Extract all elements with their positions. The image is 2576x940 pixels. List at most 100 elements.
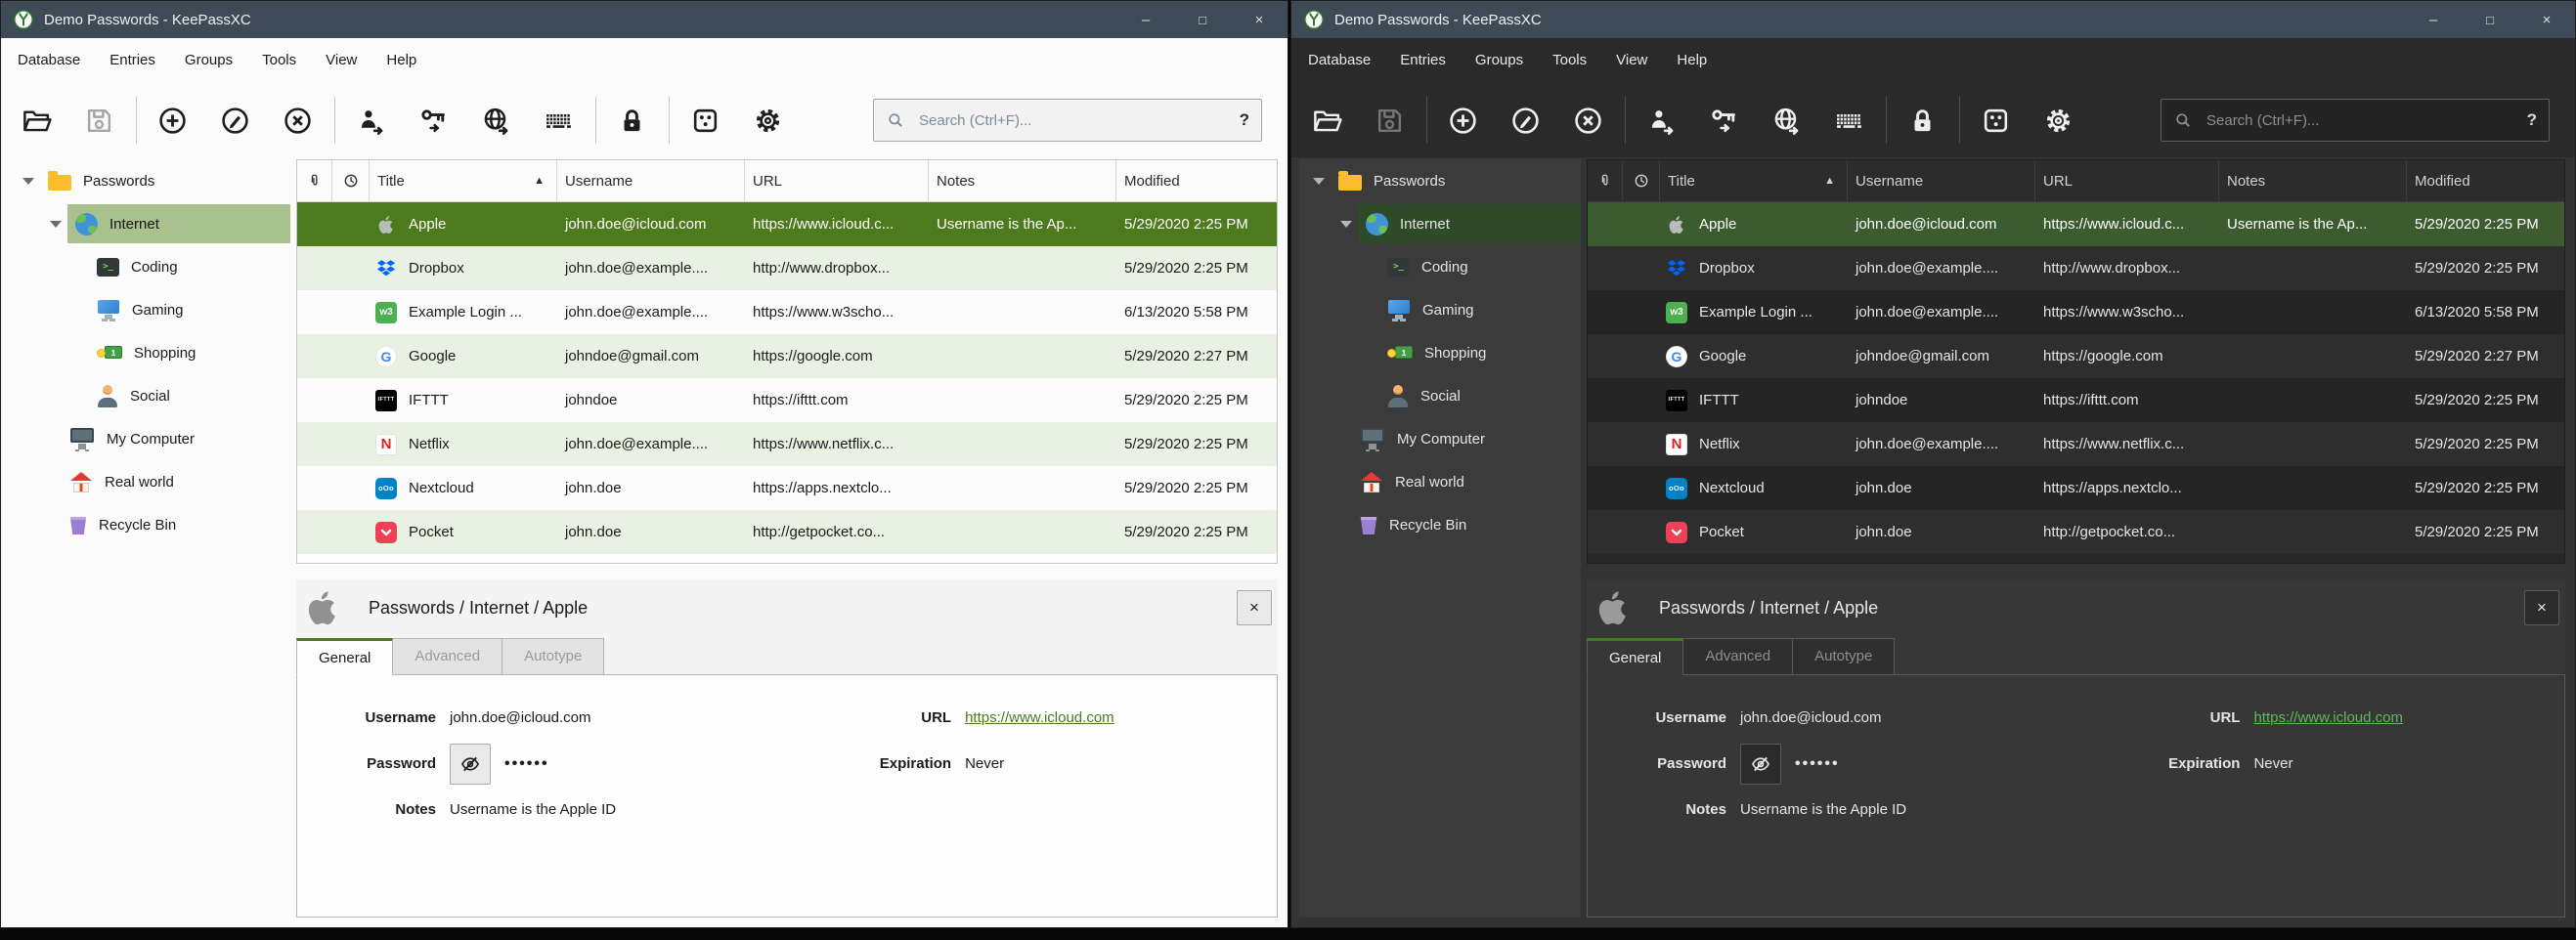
entry-row-nextcloud[interactable]: oOoNextcloudjohn.doehttps://apps.nextclo… (1588, 466, 2564, 510)
menu-tools[interactable]: Tools (247, 38, 311, 83)
password-generator-button[interactable] (1974, 99, 2017, 142)
sidebar-item-my-computer[interactable]: My Computer (9, 417, 290, 460)
close-preview-button[interactable]: × (1237, 590, 1272, 625)
sidebar-item-passwords[interactable]: Passwords (1299, 159, 1581, 202)
entry-row-example-login[interactable]: w3Example Login ...john.doe@example....h… (297, 290, 1277, 334)
autotype-username-button[interactable] (349, 99, 392, 142)
sidebar-item-social[interactable]: Social (1299, 374, 1581, 417)
tree-expander-icon[interactable] (1313, 178, 1325, 185)
column-header-expiry[interactable] (1623, 160, 1660, 201)
search-help-button[interactable]: ? (2527, 110, 2537, 130)
menu-database[interactable]: Database (3, 38, 95, 83)
password-generator-button[interactable] (683, 99, 726, 142)
column-header-username[interactable]: Username (1848, 160, 2035, 201)
tab-autotype[interactable]: Autotype (502, 638, 604, 675)
menu-database[interactable]: Database (1293, 38, 1385, 83)
entry-row-example-login[interactable]: w3Example Login ...john.doe@example....h… (1588, 290, 2564, 334)
perform-autotype-button[interactable] (1827, 99, 1870, 142)
tab-advanced[interactable]: Advanced (1683, 638, 1793, 675)
sidebar-item-recycle-bin[interactable]: Recycle Bin (1299, 503, 1581, 546)
toggle-password-button[interactable] (450, 744, 491, 785)
close-preview-button[interactable]: × (2524, 590, 2559, 625)
entry-row-pocket[interactable]: Pocketjohn.doehttp://getpocket.co...5/29… (297, 510, 1277, 554)
sidebar-item-social[interactable]: Social (9, 374, 290, 417)
sidebar-item-internet[interactable]: Internet (9, 202, 290, 245)
entry-edit-button[interactable] (1504, 99, 1547, 142)
column-header-title[interactable]: Title▲ (1660, 160, 1848, 201)
column-header-notes[interactable]: Notes (929, 160, 1116, 201)
entry-row-apple[interactable]: Applejohn.doe@icloud.comhttps://www.iclo… (297, 202, 1277, 246)
sidebar-item-internet[interactable]: Internet (1299, 202, 1581, 245)
perform-autotype-button[interactable] (537, 99, 580, 142)
entry-row-dropbox[interactable]: Dropboxjohn.doe@example....http://www.dr… (1588, 246, 2564, 290)
sidebar-item-passwords[interactable]: Passwords (9, 159, 290, 202)
lock-database-button[interactable] (1900, 99, 1943, 142)
entry-row-google[interactable]: GGooglejohndoe@gmail.comhttps://google.c… (297, 334, 1277, 378)
tree-expander-icon[interactable] (22, 178, 34, 185)
search-input[interactable]: Search (Ctrl+F)...? (873, 99, 1262, 142)
menu-tools[interactable]: Tools (1538, 38, 1601, 83)
column-header-modified[interactable]: Modified (1116, 160, 1277, 201)
save-database-button[interactable] (77, 99, 120, 142)
tab-general[interactable]: General (296, 638, 393, 675)
entry-delete-button[interactable] (1566, 99, 1609, 142)
sidebar-item-coding[interactable]: Coding (1299, 245, 1581, 288)
entry-edit-button[interactable] (213, 99, 256, 142)
sidebar-item-shopping[interactable]: Shopping (9, 331, 290, 374)
menu-entries[interactable]: Entries (95, 38, 170, 83)
entry-row-pocket[interactable]: Pocketjohn.doehttp://getpocket.co...5/29… (1588, 510, 2564, 554)
menu-groups[interactable]: Groups (170, 38, 247, 83)
minimize-button[interactable]: – (2405, 1, 2462, 38)
autotype-username-button[interactable] (1639, 99, 1682, 142)
entry-row-netflix[interactable]: NNetflixjohn.doe@example....https://www.… (1588, 422, 2564, 466)
sidebar-item-real-world[interactable]: Real world (9, 460, 290, 503)
column-header-modified[interactable]: Modified (2407, 160, 2564, 201)
column-header-url[interactable]: URL (2035, 160, 2219, 201)
toggle-password-button[interactable] (1740, 744, 1781, 785)
menu-entries[interactable]: Entries (1385, 38, 1461, 83)
column-header-url[interactable]: URL (745, 160, 929, 201)
maximize-button[interactable]: □ (2462, 1, 2518, 38)
sidebar-item-real-world[interactable]: Real world (1299, 460, 1581, 503)
sidebar-item-shopping[interactable]: Shopping (1299, 331, 1581, 374)
entry-row-ifttt[interactable]: IFTTTIFTTTjohndoehttps://ifttt.com5/29/2… (1588, 378, 2564, 422)
url-link[interactable]: https://www.icloud.com (2253, 709, 2403, 726)
save-database-button[interactable] (1368, 99, 1411, 142)
autotype-url-button[interactable] (474, 99, 517, 142)
entry-row-ifttt[interactable]: IFTTTIFTTTjohndoehttps://ifttt.com5/29/2… (297, 378, 1277, 422)
tab-autotype[interactable]: Autotype (1793, 638, 1895, 675)
sidebar-item-my-computer[interactable]: My Computer (1299, 417, 1581, 460)
column-header-title[interactable]: Title▲ (370, 160, 557, 201)
menu-help[interactable]: Help (371, 38, 431, 83)
entry-add-button[interactable] (1441, 99, 1484, 142)
search-help-button[interactable]: ? (1240, 110, 1249, 130)
autotype-password-button[interactable] (412, 99, 455, 142)
menu-view[interactable]: View (311, 38, 371, 83)
column-header-attachment[interactable] (297, 160, 332, 201)
column-header-username[interactable]: Username (557, 160, 745, 201)
open-database-button[interactable] (1305, 99, 1348, 142)
column-header-notes[interactable]: Notes (2219, 160, 2407, 201)
entry-row-dropbox[interactable]: Dropboxjohn.doe@example....http://www.dr… (297, 246, 1277, 290)
entry-row-netflix[interactable]: NNetflixjohn.doe@example....https://www.… (297, 422, 1277, 466)
sidebar-item-gaming[interactable]: Gaming (9, 288, 290, 331)
tab-general[interactable]: General (1587, 638, 1683, 675)
entry-row-google[interactable]: GGooglejohndoe@gmail.comhttps://google.c… (1588, 334, 2564, 378)
autotype-password-button[interactable] (1702, 99, 1745, 142)
settings-button[interactable] (2036, 99, 2079, 142)
entry-add-button[interactable] (151, 99, 194, 142)
column-header-attachment[interactable] (1588, 160, 1623, 201)
close-window-button[interactable]: × (2518, 1, 2575, 38)
entry-delete-button[interactable] (276, 99, 319, 142)
tree-expander-icon[interactable] (50, 221, 62, 228)
sidebar-item-coding[interactable]: Coding (9, 245, 290, 288)
menu-help[interactable]: Help (1662, 38, 1722, 83)
autotype-url-button[interactable] (1765, 99, 1808, 142)
maximize-button[interactable]: □ (1174, 1, 1231, 38)
minimize-button[interactable]: – (1117, 1, 1174, 38)
lock-database-button[interactable] (610, 99, 653, 142)
sidebar-item-recycle-bin[interactable]: Recycle Bin (9, 503, 290, 546)
close-window-button[interactable]: × (1231, 1, 1288, 38)
open-database-button[interactable] (15, 99, 58, 142)
sidebar-item-gaming[interactable]: Gaming (1299, 288, 1581, 331)
